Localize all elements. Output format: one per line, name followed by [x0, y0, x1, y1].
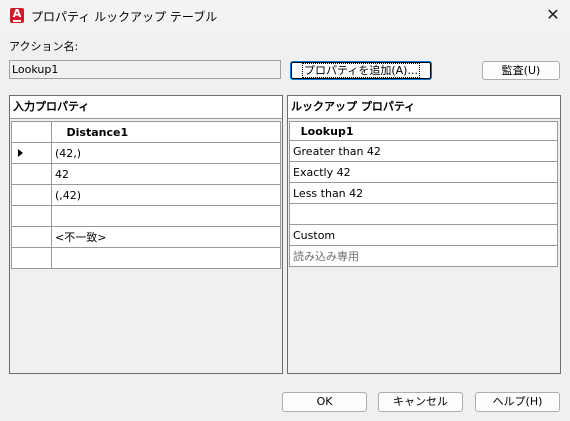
audit-button[interactable]: 監査(U)	[482, 61, 560, 80]
input-cell[interactable]: <不一致>	[51, 226, 281, 248]
table-row[interactable]: Less than 42	[289, 182, 558, 204]
input-cell[interactable]: 42	[51, 163, 281, 185]
table-row[interactable]: <不一致>	[11, 226, 281, 248]
table-row[interactable]: Greater than 42	[289, 140, 558, 162]
row-selector[interactable]	[11, 142, 52, 164]
add-property-label: プロパティを追加(A)...	[302, 63, 420, 78]
table-row[interactable]	[11, 205, 281, 227]
action-name-label: アクション名:	[9, 40, 79, 53]
title-bar: A プロパティ ルックアップ テーブル ✕	[0, 0, 570, 31]
input-cell[interactable]	[51, 205, 281, 227]
row-selector[interactable]	[11, 226, 52, 248]
lookup-cell[interactable]: Exactly 42	[289, 161, 558, 183]
help-button[interactable]: ヘルプ(H)	[475, 392, 560, 412]
input-properties-grid: Distance1 (42,) 42 (,42) <不一致>	[11, 121, 281, 269]
table-row[interactable]: 42	[11, 163, 281, 185]
input-cell[interactable]: (,42)	[51, 184, 281, 206]
column-header-label: Lookup1	[300, 124, 354, 138]
lookup-cell[interactable]: Custom	[289, 224, 558, 246]
lookup-cell[interactable]	[289, 203, 558, 225]
lookup-properties-grid: Lookup1 Greater than 42 Exactly 42 Less …	[289, 121, 558, 267]
lookup-cell[interactable]: Less than 42	[289, 182, 558, 204]
corner-cell	[11, 121, 52, 143]
column-header-distance1[interactable]: Distance1	[51, 121, 281, 143]
column-header-lookup1[interactable]: Lookup1	[289, 121, 558, 141]
table-row[interactable]: Exactly 42	[289, 161, 558, 183]
current-row-arrow-icon	[18, 148, 23, 157]
lookup-cell-readonly[interactable]: 読み込み専用	[289, 245, 558, 267]
cancel-button[interactable]: キャンセル	[378, 392, 463, 412]
row-selector[interactable]	[11, 163, 52, 185]
table-row[interactable]: 読み込み専用	[289, 245, 558, 267]
action-name-field: Lookup1	[9, 60, 281, 79]
input-cell[interactable]	[51, 247, 281, 269]
grid-header-row: Lookup1	[289, 121, 558, 141]
column-header-label: Distance1	[66, 125, 129, 139]
add-property-button[interactable]: プロパティを追加(A)...	[290, 61, 432, 80]
autocad-a-icon: A	[10, 8, 24, 23]
row-selector[interactable]	[11, 184, 52, 206]
ok-button[interactable]: OK	[282, 392, 367, 412]
table-row[interactable]: (42,)	[11, 142, 281, 164]
lookup-properties-panel: ルックアップ プロパティ Lookup1 Greater than 42 Exa…	[287, 95, 561, 374]
lookup-properties-title: ルックアップ プロパティ	[288, 96, 560, 119]
table-row[interactable]	[289, 203, 558, 225]
table-row[interactable]: Custom	[289, 224, 558, 246]
lookup-cell[interactable]: Greater than 42	[289, 140, 558, 162]
input-properties-title: 入力プロパティ	[10, 96, 282, 119]
row-selector[interactable]	[11, 247, 52, 269]
input-properties-panel: 入力プロパティ Distance1 (42,) 42 (,42) <不一致>	[9, 95, 283, 374]
table-row[interactable]: (,42)	[11, 184, 281, 206]
close-icon[interactable]: ✕	[541, 5, 565, 25]
window-title: プロパティ ルックアップ テーブル	[31, 10, 218, 24]
input-cell[interactable]: (42,)	[51, 142, 281, 164]
row-selector[interactable]	[11, 205, 52, 227]
table-row[interactable]	[11, 247, 281, 269]
grid-header-row: Distance1	[11, 121, 281, 143]
